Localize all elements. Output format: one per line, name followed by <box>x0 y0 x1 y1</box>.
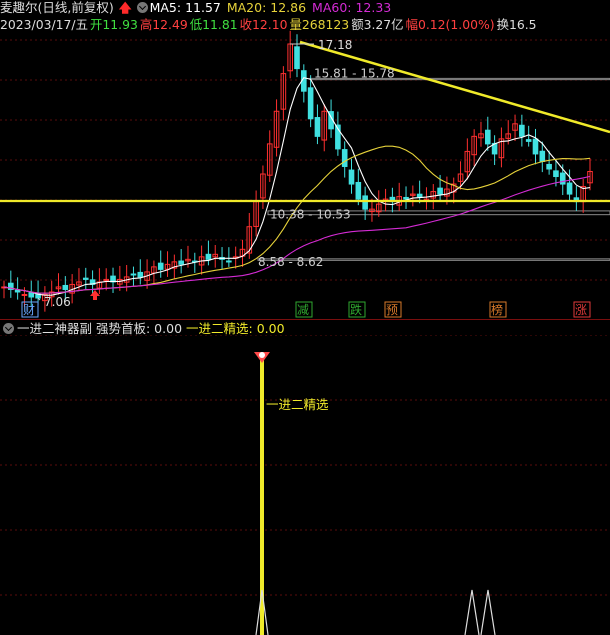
signal-spike <box>464 589 480 635</box>
candle-down <box>559 172 566 185</box>
candle-down <box>226 260 232 263</box>
candle-down <box>532 138 539 155</box>
box3-label: 8.58 - 8.62 <box>258 255 323 269</box>
descending-trendline <box>299 40 610 134</box>
low-label: 7.06 <box>44 295 71 309</box>
panel-divider[interactable] <box>0 319 610 320</box>
candle-down <box>294 46 300 70</box>
strong-board-label: 强势首板: 0.00 <box>96 321 183 336</box>
pick-annotation: 一进二精选 <box>266 397 329 412</box>
box2-label: 10.38 - 10.53 <box>270 208 351 222</box>
indicator-dropdown-icon[interactable] <box>3 323 14 334</box>
candle-up <box>21 293 28 296</box>
signal-spike <box>480 589 496 635</box>
high-label: 17.18 <box>318 38 352 52</box>
candle-down <box>82 277 89 280</box>
event-marker-label: 跌 <box>350 302 362 317</box>
candle-down <box>178 260 184 265</box>
candle-down <box>416 193 423 198</box>
candle-down <box>566 182 573 195</box>
stock-chart-window: 麦趣尔(日线,前复权) 🡅 MA5: 11.57 MA20: 12.86 MA60:… <box>0 0 610 635</box>
candle-down <box>484 129 491 145</box>
candle-down <box>355 181 362 200</box>
candle-down <box>307 87 314 120</box>
candle-down <box>130 273 137 276</box>
event-marker-label: 预 <box>386 303 398 317</box>
candle-down <box>546 163 552 170</box>
candle-down <box>205 253 212 260</box>
price-chart[interactable]: 17.18 7.06 15.81 - 15.78 10.38 - 10.53 8.58 … <box>0 0 610 320</box>
candle-down <box>403 196 409 200</box>
candle-down <box>28 292 35 298</box>
indicator-chart[interactable]: 一进二精选 <box>0 335 610 635</box>
pick-signal-dot <box>259 352 265 358</box>
candle-down <box>157 262 164 270</box>
candle-down <box>62 284 69 290</box>
buy-arrow-icon <box>90 290 100 300</box>
candle-down <box>362 195 368 210</box>
event-marker-label: 财 <box>23 303 35 317</box>
candle-down <box>341 149 348 167</box>
event-marker-label: 榜 <box>491 302 503 317</box>
candle-down <box>539 150 546 162</box>
candle-down <box>314 117 321 137</box>
event-marker-label: 减 <box>297 303 309 317</box>
candle-down <box>437 187 443 195</box>
indicator-title[interactable]: 一进二神器副 <box>17 321 92 336</box>
candle-down <box>137 271 144 278</box>
box1-label: 15.81 - 15.78 <box>314 66 395 80</box>
pick-label: 一进二精选: 0.00 <box>186 321 285 336</box>
candle-down <box>348 169 355 185</box>
candle-down <box>519 124 525 137</box>
candle-down <box>525 139 532 142</box>
event-marker-label: 涨 <box>575 302 587 317</box>
candle-down <box>14 289 21 293</box>
candle-down <box>553 170 559 178</box>
ma60-line <box>3 175 591 294</box>
